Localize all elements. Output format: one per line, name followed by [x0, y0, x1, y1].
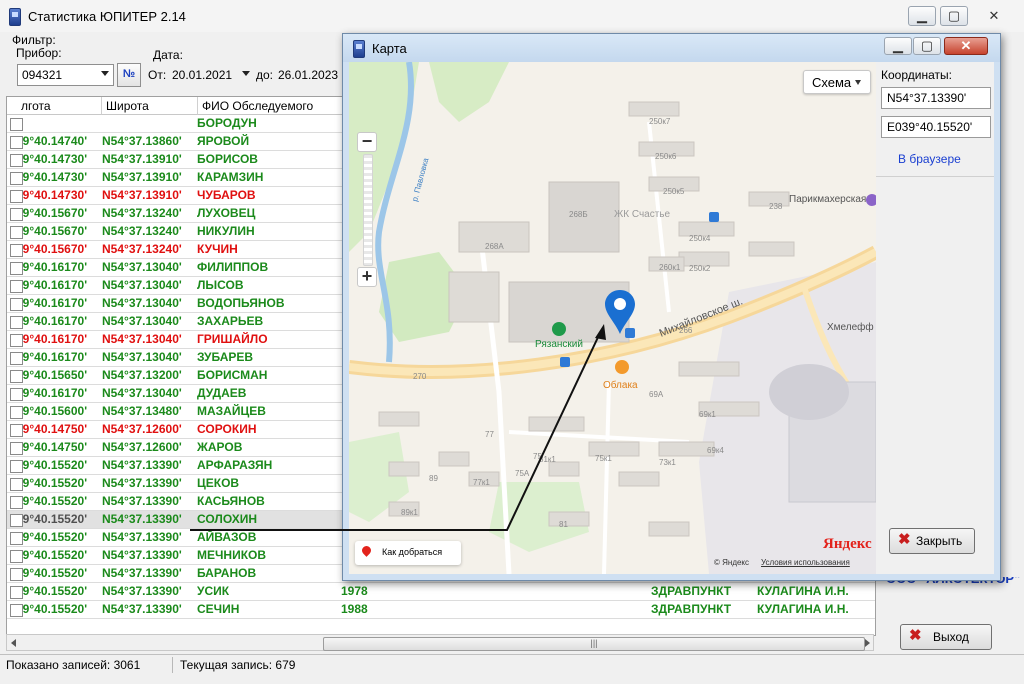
pointer-arrow	[190, 324, 606, 531]
